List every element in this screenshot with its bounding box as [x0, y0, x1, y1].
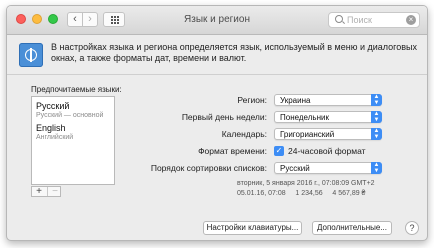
close-window-button[interactable]	[16, 14, 26, 24]
region-value: Украина	[280, 96, 311, 105]
language-item-sub: Русский — основной	[36, 112, 104, 119]
forward-button[interactable]: ›	[82, 12, 98, 27]
updown-arrows-icon: ▲ ▼	[371, 128, 382, 140]
calendar-label: Календарь:	[221, 129, 267, 139]
keyboard-settings-button[interactable]: Настройки клавиатуры...	[203, 221, 302, 235]
time-format-option-label[interactable]: 24-часовой формат	[288, 146, 366, 156]
search-placeholder: Поиск	[347, 15, 372, 25]
updown-arrows-icon: ▲ ▼	[371, 162, 382, 174]
updown-arrows-icon: ▲ ▼	[371, 111, 382, 123]
search-input[interactable]: Поиск ×	[328, 12, 420, 28]
region-select[interactable]: Украина ▲ ▼	[274, 94, 382, 106]
first-day-label: Первый день недели:	[181, 112, 267, 122]
info-text: В настройках языка и региона определяетс…	[51, 42, 417, 63]
remove-language-button[interactable]: −	[47, 187, 62, 197]
time-format-label: Формат времени:	[198, 146, 267, 156]
language-item-name[interactable]: English	[36, 123, 66, 133]
zoom-window-button[interactable]	[48, 14, 58, 24]
language-item-name[interactable]: Русский	[36, 101, 69, 111]
clear-search-icon[interactable]: ×	[406, 15, 416, 25]
un-flag-icon	[19, 43, 43, 67]
region-label: Регион:	[237, 95, 267, 105]
preferences-window: ‹ › Язык и регион Поиск × В настройках я…	[6, 5, 428, 241]
back-button[interactable]: ‹	[67, 12, 83, 27]
help-button[interactable]: ?	[405, 221, 419, 235]
window-title: Язык и регион	[184, 14, 250, 25]
add-remove-control: + −	[31, 186, 61, 197]
sort-order-value: Русский	[280, 164, 310, 173]
language-item-sub: Английский	[36, 134, 74, 141]
show-all-grid-button[interactable]	[103, 12, 125, 27]
titlebar: ‹ › Язык и регион Поиск ×	[7, 6, 427, 35]
first-day-value: Понедельник	[280, 113, 329, 122]
sort-order-select[interactable]: Русский ▲ ▼	[274, 162, 382, 174]
add-language-button[interactable]: +	[32, 187, 46, 197]
first-day-select[interactable]: Понедельник ▲ ▼	[274, 111, 382, 123]
sort-order-label: Порядок сортировки списков:	[150, 163, 267, 173]
date-sample-line: вторник, 5 января 2016 г., 07:08:09 GMT+…	[237, 180, 375, 187]
advanced-button[interactable]: Дополнительные...	[312, 221, 392, 235]
search-icon	[335, 15, 343, 23]
languages-list[interactable]: Русский Русский — основной English Англи…	[31, 96, 115, 185]
divider	[7, 74, 427, 75]
preferred-languages-label: Предпочитаемые языки:	[31, 85, 122, 94]
number-sample-line: 05.01.16, 07:08 1 234,56 4 567,89 ₴	[237, 190, 366, 197]
calendar-select[interactable]: Григорианский ▲ ▼	[274, 128, 382, 140]
time-format-checkbox[interactable]: ✓	[274, 146, 284, 156]
minimize-window-button[interactable]	[32, 14, 42, 24]
updown-arrows-icon: ▲ ▼	[371, 94, 382, 106]
calendar-value: Григорианский	[280, 130, 335, 139]
